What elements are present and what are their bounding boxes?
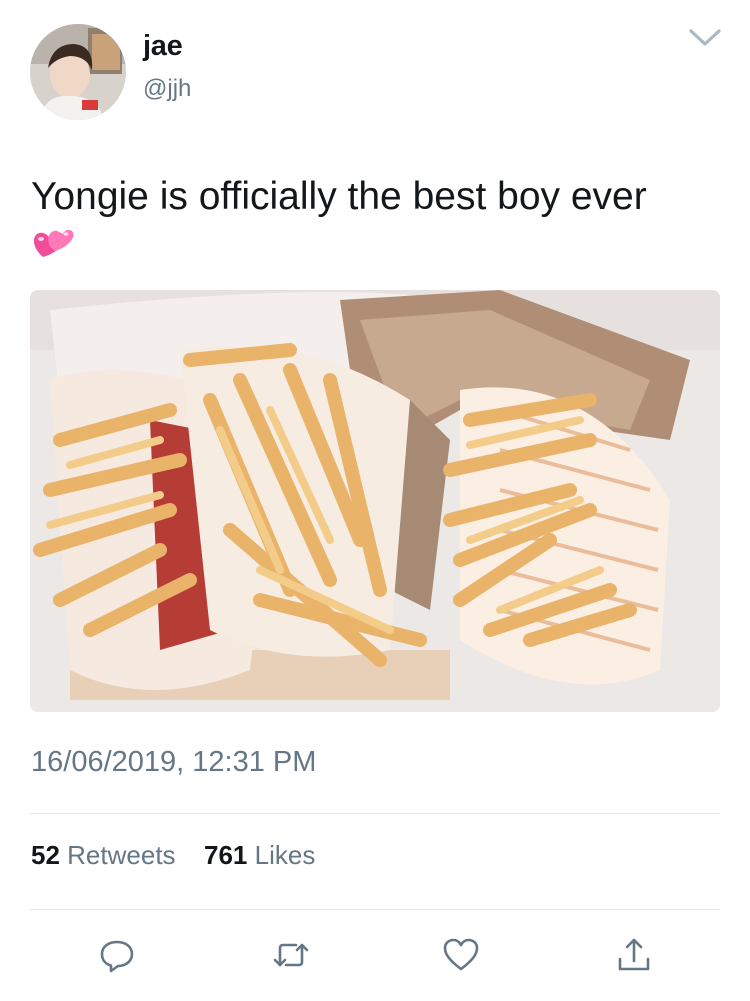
retweet-button[interactable] xyxy=(271,935,311,975)
reply-button[interactable] xyxy=(97,935,137,975)
reply-icon xyxy=(100,940,134,973)
avatar-image xyxy=(30,24,126,120)
divider xyxy=(30,909,720,910)
retweets-count: 52 xyxy=(31,840,60,870)
share-button[interactable] xyxy=(614,935,654,975)
retweets-stat[interactable]: 52 Retweets xyxy=(31,840,183,870)
likes-count: 761 xyxy=(204,840,248,870)
user-handle[interactable]: @jjh xyxy=(143,75,191,103)
chevron-down-icon[interactable] xyxy=(688,28,722,48)
fries-photo xyxy=(30,290,720,712)
two-hearts-emoji-icon xyxy=(31,223,75,263)
likes-label: Likes xyxy=(254,840,316,870)
share-icon xyxy=(618,938,650,971)
like-button[interactable] xyxy=(441,935,481,975)
divider xyxy=(30,813,720,814)
engagement-stats: 52 Retweets 761 Likes xyxy=(31,840,315,871)
tweet-timestamp[interactable]: 16/06/2019, 12:31 PM xyxy=(31,746,316,779)
heart-icon xyxy=(443,938,479,971)
tweet-body: Yongie is officially the best boy ever xyxy=(31,175,647,218)
likes-stat[interactable]: 761 Likes xyxy=(204,840,315,870)
display-name[interactable]: jae xyxy=(143,30,183,63)
tweet-media-image[interactable] xyxy=(30,290,720,712)
retweet-icon xyxy=(273,943,309,967)
avatar[interactable] xyxy=(30,24,126,120)
retweets-label: Retweets xyxy=(67,840,176,870)
tweet-text: Yongie is officially the best boy ever xyxy=(31,173,721,269)
